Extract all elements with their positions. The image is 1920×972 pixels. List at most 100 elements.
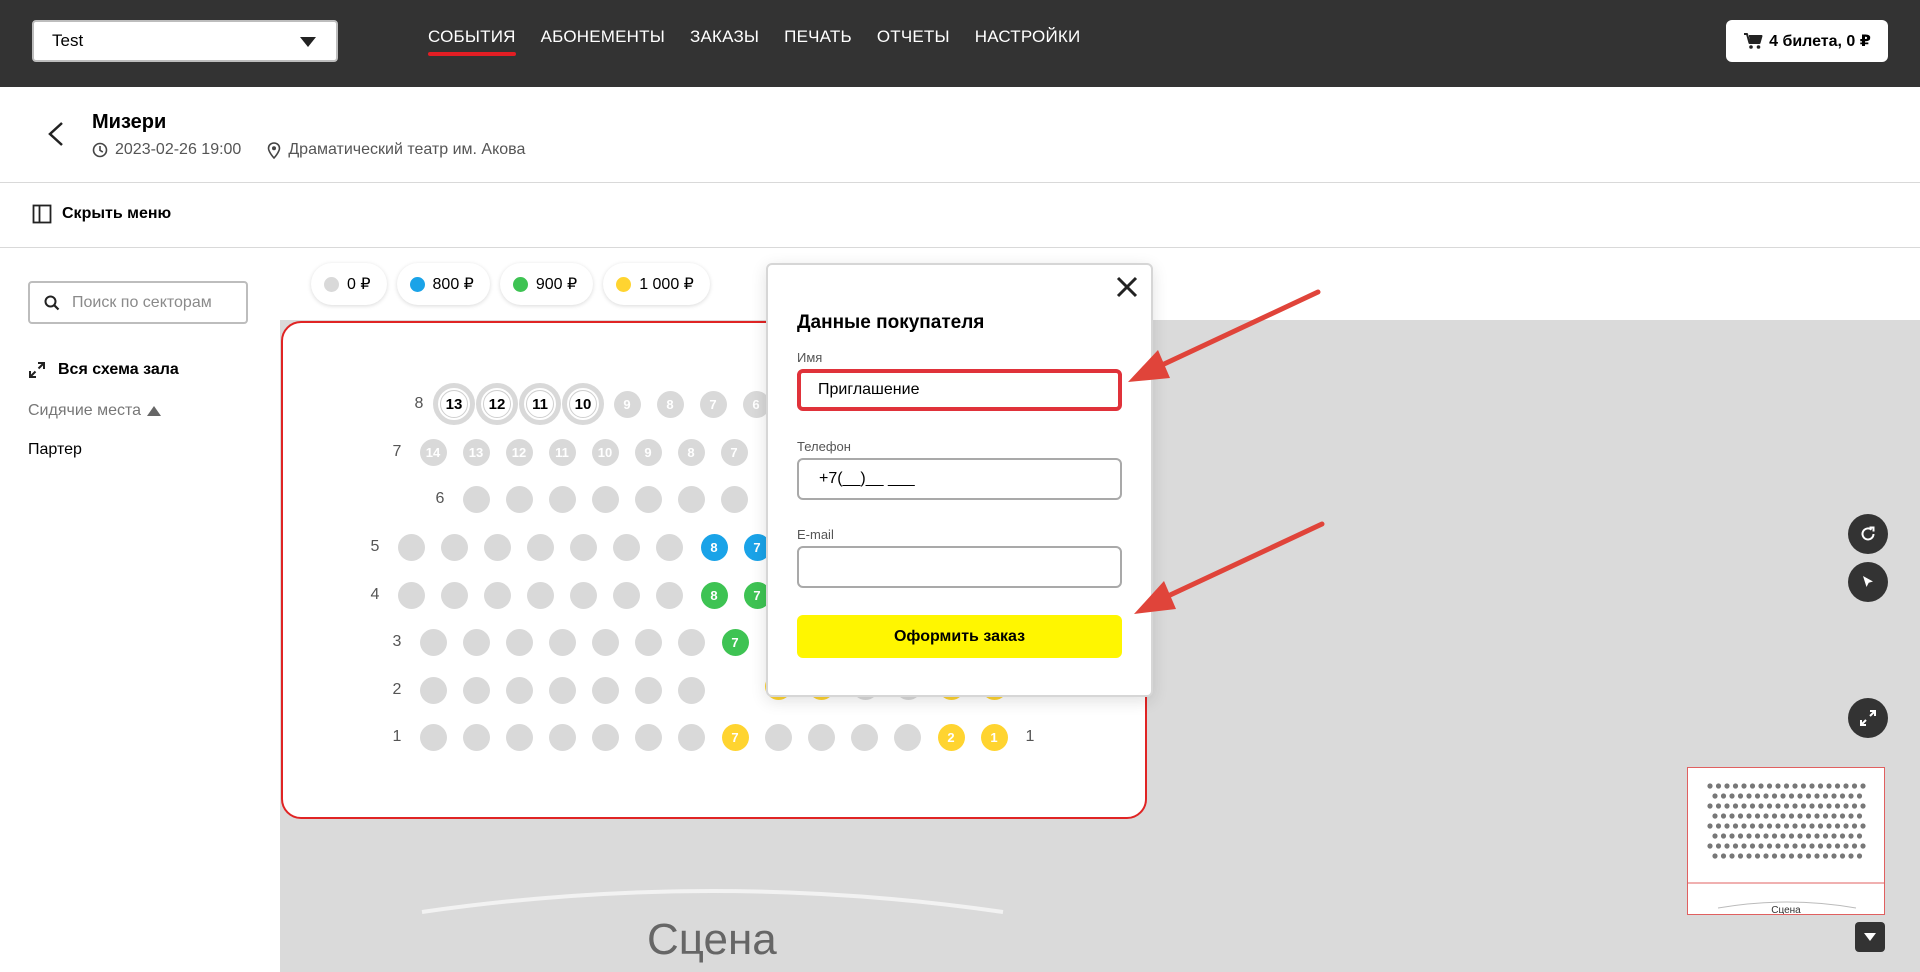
nav-subscriptions[interactable]: АБОНЕМЕНТЫ: [541, 27, 665, 53]
seat[interactable]: [462, 676, 490, 704]
full-scheme-link[interactable]: Вся схема зала: [28, 361, 179, 379]
seat[interactable]: [591, 723, 619, 751]
selected-seat[interactable]: 13: [433, 383, 475, 425]
minimap[interactable]: Сцена: [1687, 767, 1885, 915]
select-mode-button[interactable]: [1848, 562, 1888, 602]
nav-settings[interactable]: НАСТРОЙКИ: [975, 27, 1081, 53]
seat[interactable]: [612, 533, 640, 561]
seat[interactable]: [655, 581, 683, 609]
seat[interactable]: [569, 581, 597, 609]
seat[interactable]: 7: [721, 628, 749, 656]
seat[interactable]: [505, 723, 533, 751]
seat[interactable]: [440, 581, 468, 609]
seat[interactable]: 1: [980, 723, 1008, 751]
seat[interactable]: [764, 723, 792, 751]
sector-search-input[interactable]: [72, 293, 232, 312]
seat[interactable]: [677, 676, 705, 704]
submit-order-button[interactable]: Оформить заказ: [797, 615, 1122, 658]
cart-button[interactable]: 4 билета, 0 ₽: [1726, 20, 1888, 62]
seat[interactable]: 14: [419, 438, 447, 466]
seat[interactable]: [397, 533, 425, 561]
seat[interactable]: [419, 723, 447, 751]
selected-seat[interactable]: 12: [476, 383, 518, 425]
seat[interactable]: [548, 485, 576, 513]
email-input[interactable]: [819, 558, 1100, 576]
price-chip-0[interactable]: 0 ₽: [311, 263, 387, 305]
price-chip-900[interactable]: 900 ₽: [499, 263, 594, 305]
seat[interactable]: [548, 676, 576, 704]
seat[interactable]: 8: [700, 533, 728, 561]
seat[interactable]: 12: [505, 438, 533, 466]
seat[interactable]: [612, 581, 640, 609]
price-chip-1000[interactable]: 1 000 ₽: [603, 263, 710, 305]
seat[interactable]: [419, 628, 447, 656]
seat-type-toggle[interactable]: Сидячие места: [28, 402, 162, 420]
seat[interactable]: 9: [613, 390, 641, 418]
seat[interactable]: [591, 485, 619, 513]
seat[interactable]: [807, 723, 835, 751]
seat[interactable]: 7: [699, 390, 727, 418]
nav-events[interactable]: СОБЫТИЯ: [428, 27, 516, 56]
seat[interactable]: [483, 533, 511, 561]
seat[interactable]: 2: [937, 723, 965, 751]
cart-label: 4 билета, 0 ₽: [1769, 33, 1871, 50]
seat[interactable]: 11: [548, 438, 576, 466]
selected-seat[interactable]: 10: [562, 383, 604, 425]
price-legend: 0 ₽ 800 ₽ 900 ₽ 1 000 ₽: [311, 263, 710, 305]
sector-item-parterre[interactable]: Партер: [28, 441, 82, 459]
seat[interactable]: 8: [656, 390, 684, 418]
seat[interactable]: [419, 676, 447, 704]
back-arrow-icon[interactable]: [44, 119, 68, 149]
nav-orders[interactable]: ЗАКАЗЫ: [690, 27, 759, 53]
seat[interactable]: [505, 485, 533, 513]
seat[interactable]: [591, 628, 619, 656]
seat[interactable]: [634, 676, 662, 704]
seat[interactable]: [569, 533, 597, 561]
seat[interactable]: [677, 723, 705, 751]
seat[interactable]: 7: [721, 723, 749, 751]
name-input[interactable]: [818, 381, 1101, 399]
seat[interactable]: [483, 581, 511, 609]
seat[interactable]: [677, 485, 705, 513]
organization-select[interactable]: Test: [32, 20, 338, 62]
hide-menu-button[interactable]: Скрыть меню: [32, 204, 171, 224]
seat[interactable]: 13: [462, 438, 490, 466]
seat[interactable]: [462, 485, 490, 513]
seat[interactable]: [634, 723, 662, 751]
selected-seat[interactable]: 11: [519, 383, 561, 425]
nav-print[interactable]: ПЕЧАТЬ: [784, 27, 852, 53]
reset-view-button[interactable]: [1848, 514, 1888, 554]
seat[interactable]: [893, 723, 921, 751]
seat[interactable]: 8: [677, 438, 705, 466]
seat[interactable]: [548, 628, 576, 656]
seat[interactable]: [720, 485, 748, 513]
seat[interactable]: [634, 485, 662, 513]
collapse-minimap-button[interactable]: [1855, 922, 1885, 952]
price-chip-800[interactable]: 800 ₽: [396, 263, 490, 305]
seat[interactable]: [440, 533, 468, 561]
seat[interactable]: 10: [591, 438, 619, 466]
seat[interactable]: [526, 533, 554, 561]
close-icon[interactable]: [1113, 273, 1141, 301]
seat[interactable]: [505, 628, 533, 656]
seat[interactable]: 8: [700, 581, 728, 609]
seat[interactable]: [462, 723, 490, 751]
seat[interactable]: [634, 628, 662, 656]
seat[interactable]: [526, 581, 554, 609]
seat[interactable]: [505, 676, 533, 704]
phone-input[interactable]: [819, 470, 1100, 488]
minimap-seat: [1851, 823, 1858, 829]
seat[interactable]: [462, 628, 490, 656]
seat[interactable]: [548, 723, 576, 751]
fullscreen-button[interactable]: [1848, 698, 1888, 738]
seat[interactable]: [655, 533, 683, 561]
nav-reports[interactable]: ОТЧЕТЫ: [877, 27, 950, 53]
seat[interactable]: [397, 581, 425, 609]
seat[interactable]: [677, 628, 705, 656]
minimap-seat: [1826, 783, 1832, 789]
seat[interactable]: 7: [720, 438, 748, 466]
seat[interactable]: [591, 676, 619, 704]
minimap-seat: [1783, 823, 1790, 829]
seat[interactable]: 9: [634, 438, 662, 466]
seat[interactable]: [850, 723, 878, 751]
